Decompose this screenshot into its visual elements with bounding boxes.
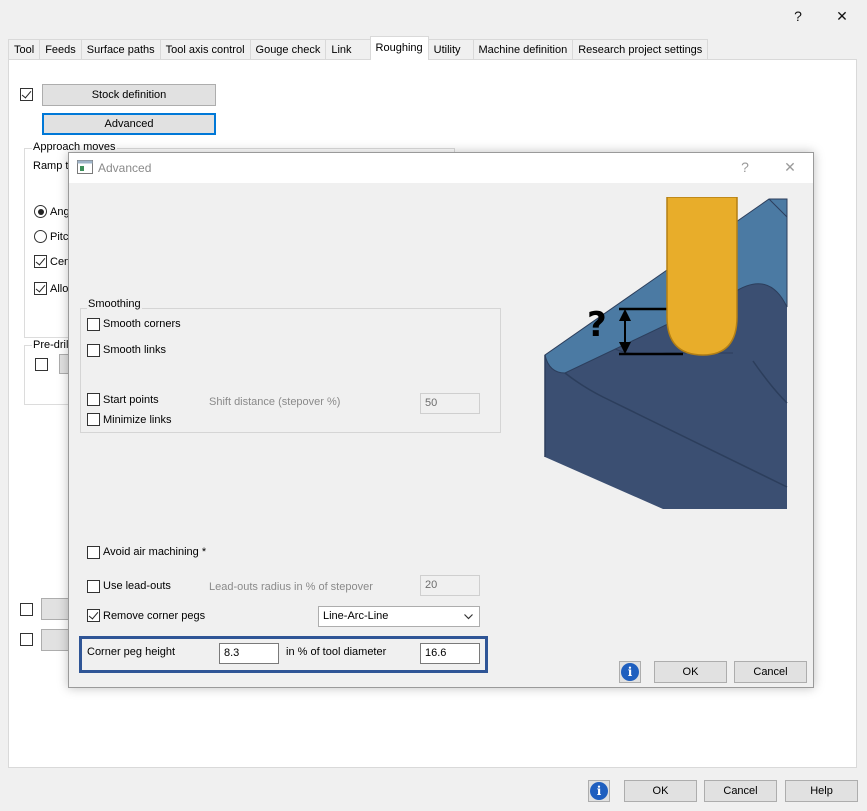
avoid-air-machining-checkbox[interactable]: [87, 546, 100, 559]
smooth-corners-checkbox[interactable]: [87, 318, 100, 331]
tab-machine-definition[interactable]: Machine definition: [472, 39, 574, 60]
corner-peg-height-label: Corner peg height: [87, 646, 176, 658]
dialog-close-button[interactable]: ✕: [775, 157, 805, 177]
ramp-label: Ramp t: [33, 160, 69, 172]
chevron-down-icon: [464, 614, 473, 620]
cancel-button[interactable]: Cancel: [704, 780, 777, 802]
tab-tool[interactable]: Tool: [8, 39, 41, 60]
dialog-app-icon: [77, 160, 93, 174]
tab-roughing[interactable]: Roughing: [369, 36, 429, 60]
leadouts-radius-field[interactable]: 20: [420, 575, 480, 596]
avoid-air-machining-label: Avoid air machining *: [103, 546, 207, 558]
help-dialog-button[interactable]: Help: [785, 780, 858, 802]
tab-link[interactable]: Link: [325, 39, 371, 60]
minimize-links-checkbox[interactable]: [87, 413, 100, 426]
corner-peg-mode-select[interactable]: Line-Arc-Line: [318, 606, 480, 627]
corner-peg-height-field[interactable]: 8.3: [219, 643, 279, 664]
ok-button[interactable]: OK: [624, 780, 697, 802]
angle-radio[interactable]: [34, 205, 47, 218]
dialog-ok-button[interactable]: OK: [654, 661, 727, 683]
smoothing-label: Smoothing: [87, 298, 142, 310]
tool-diameter-field[interactable]: 16.6: [420, 643, 480, 664]
remove-corner-pegs-checkbox[interactable]: [87, 609, 100, 622]
smooth-links-checkbox[interactable]: [87, 344, 100, 357]
leadouts-radius-label: Lead-outs radius in % of stepover: [209, 581, 373, 593]
main-info-button[interactable]: i: [588, 780, 610, 802]
illustration-question-glyph: ?: [587, 305, 607, 345]
stock-definition-checkbox[interactable]: [20, 88, 33, 101]
shift-distance-label: Shift distance (stepover %): [209, 396, 341, 408]
option-button-b[interactable]: [41, 629, 71, 651]
close-button[interactable]: ✕: [827, 6, 857, 26]
help-button[interactable]: ?: [783, 6, 813, 26]
tab-utility[interactable]: Utility: [427, 39, 474, 60]
tab-gouge-check[interactable]: Gouge check: [249, 39, 327, 60]
tab-research-project-settings[interactable]: Research project settings: [572, 39, 709, 60]
option-button-a[interactable]: [41, 598, 71, 620]
tab-feeds[interactable]: Feeds: [39, 39, 82, 60]
tab-bar: Tool Feeds Surface paths Tool axis contr…: [8, 36, 709, 60]
advanced-button[interactable]: Advanced: [42, 113, 216, 135]
dialog-cancel-button[interactable]: Cancel: [734, 661, 807, 683]
dialog-info-button[interactable]: i: [619, 661, 641, 683]
corner-peg-illustration: [544, 197, 788, 509]
smooth-corners-label: Smooth corners: [103, 318, 181, 330]
minimize-links-label: Minimize links: [103, 414, 172, 426]
pitch-radio[interactable]: [34, 230, 47, 243]
tab-tool-axis-control[interactable]: Tool axis control: [159, 39, 251, 60]
option-checkbox-a[interactable]: [20, 603, 33, 616]
use-leadouts-label: Use lead-outs: [103, 580, 171, 592]
start-points-label: Start points: [103, 394, 159, 406]
advanced-dialog-titlebar: Advanced ? ✕: [69, 153, 813, 183]
predrill-checkbox[interactable]: [35, 358, 48, 371]
stock-definition-button[interactable]: Stock definition: [42, 84, 216, 106]
smooth-links-label: Smooth links: [103, 344, 166, 356]
dialog-help-button[interactable]: ?: [730, 157, 760, 177]
tool-diameter-label: in % of tool diameter: [286, 646, 387, 658]
predrill-label: Pre-drill: [32, 339, 72, 351]
remove-corner-pegs-label: Remove corner pegs: [103, 610, 206, 622]
allow-checkbox[interactable]: [34, 282, 47, 295]
use-leadouts-checkbox[interactable]: [87, 580, 100, 593]
info-icon: i: [590, 782, 608, 800]
start-points-checkbox[interactable]: [87, 393, 100, 406]
shift-distance-field[interactable]: 50: [420, 393, 480, 414]
tab-surface-paths[interactable]: Surface paths: [80, 39, 161, 60]
advanced-dialog: Advanced ? ✕ Smoothing Smooth corners Sm…: [68, 152, 814, 688]
info-icon: i: [621, 663, 639, 681]
corner-peg-mode-value: Line-Arc-Line: [323, 610, 389, 622]
center-checkbox[interactable]: [34, 255, 47, 268]
advanced-dialog-title: Advanced: [98, 161, 152, 175]
option-checkbox-b[interactable]: [20, 633, 33, 646]
angle-label: Ang: [50, 206, 70, 218]
